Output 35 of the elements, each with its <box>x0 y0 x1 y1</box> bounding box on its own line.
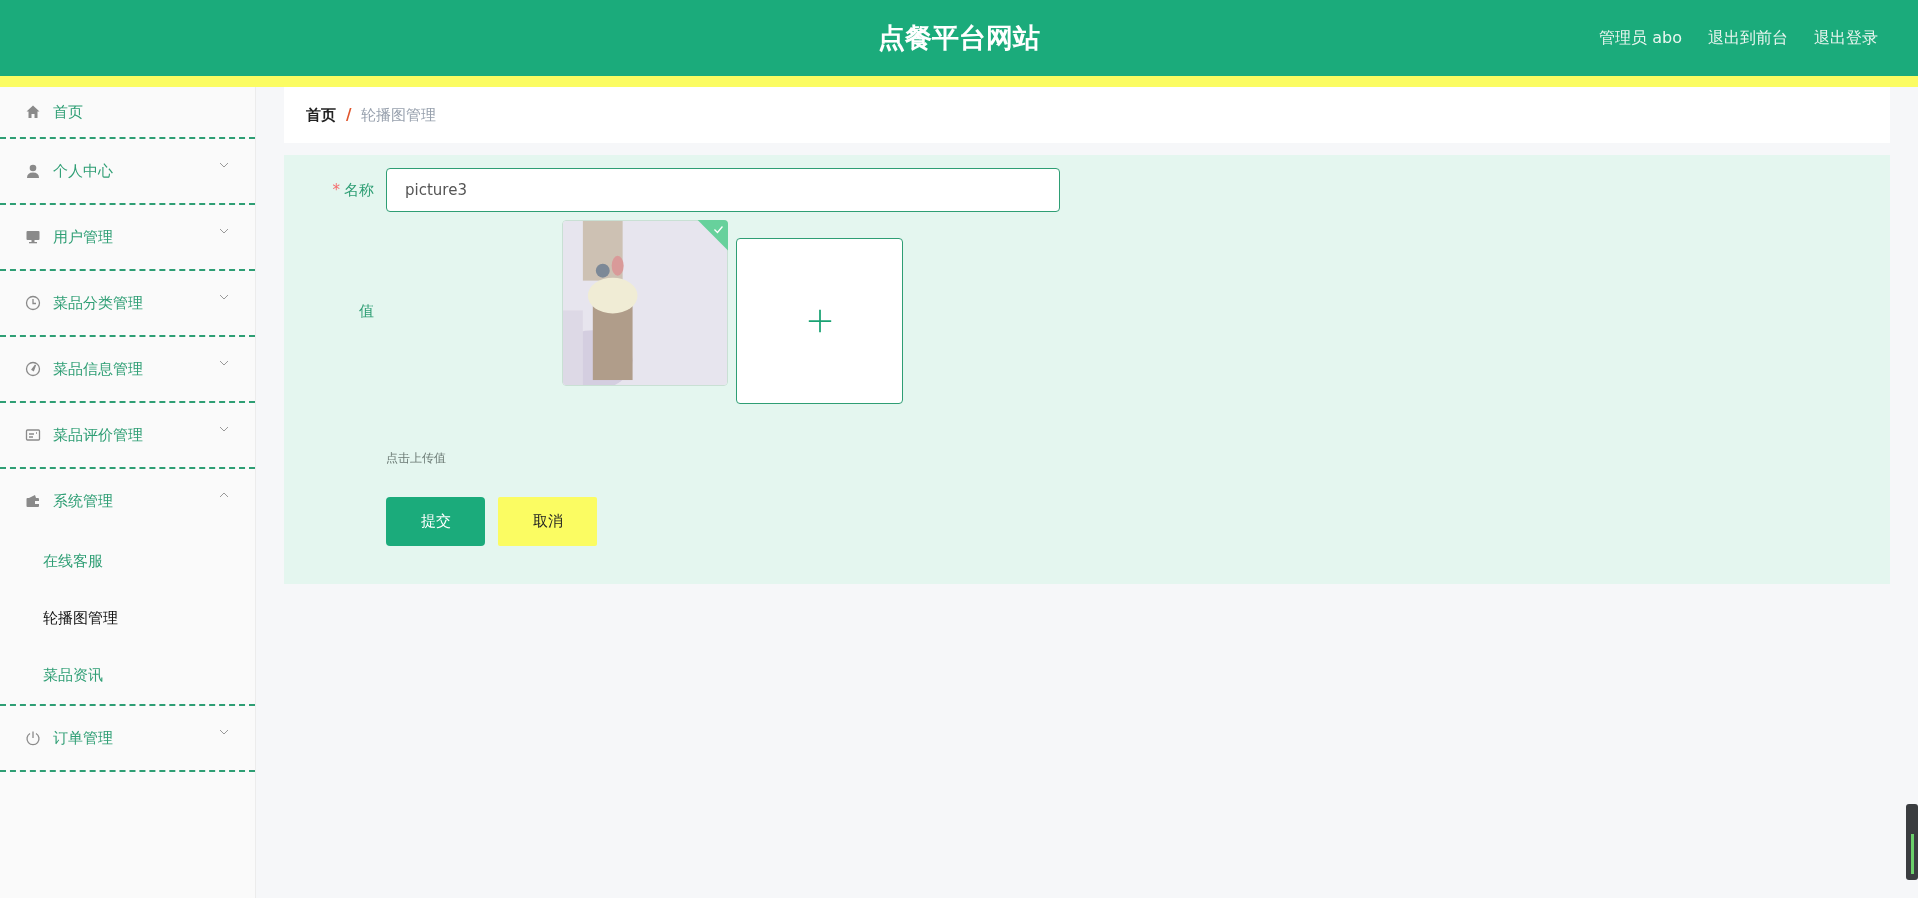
site-title: 点餐平台网站 <box>878 21 1040 55</box>
menu-item[interactable]: 个人中心 <box>0 139 255 203</box>
breadcrumb-item: 轮播图管理 <box>361 105 437 125</box>
required-mark: * <box>332 180 340 199</box>
breadcrumb-separator: / <box>346 106 352 124</box>
menu-item[interactable]: 订单管理 <box>0 706 255 770</box>
menu-item[interactable]: 菜品评价管理 <box>0 403 255 467</box>
name-field[interactable]: picture3 <box>386 168 1060 212</box>
header-link[interactable]: 管理员 abo <box>1599 27 1682 49</box>
submit-button[interactable]: 提交 <box>386 497 485 546</box>
header-link[interactable]: 退出登录 <box>1814 27 1878 49</box>
field-label: 名称 <box>344 180 374 199</box>
submenu-item[interactable]: 菜品资讯 <box>0 647 255 704</box>
clock-icon <box>25 295 41 311</box>
upload-button[interactable] <box>736 238 903 404</box>
menu-item[interactable]: 菜品信息管理 <box>0 337 255 401</box>
user-icon <box>25 163 41 179</box>
submenu-item[interactable]: 轮播图管理 <box>0 590 255 647</box>
compass-icon <box>25 361 41 377</box>
menu-item[interactable]: 首页 <box>0 87 255 137</box>
wallet-icon <box>25 493 41 509</box>
menu-item[interactable]: 用户管理 <box>0 205 255 269</box>
home-icon <box>25 104 41 120</box>
menu-item[interactable]: 系统管理 <box>0 469 255 533</box>
submenu-item[interactable]: 在线客服 <box>0 533 255 590</box>
menu-item[interactable]: 菜品分类管理 <box>0 271 255 335</box>
power-icon <box>25 730 41 746</box>
monitor-icon <box>25 229 41 245</box>
cancel-button[interactable]: 取消 <box>498 497 597 546</box>
card-icon <box>25 427 41 443</box>
breadcrumb-item[interactable]: 首页 <box>306 105 336 125</box>
upload-hint: 点击上传值 <box>386 450 447 467</box>
header-link[interactable]: 退出到前台 <box>1708 27 1788 49</box>
meter-widget-icon <box>1906 804 1918 880</box>
field-label: 值 <box>359 302 374 320</box>
